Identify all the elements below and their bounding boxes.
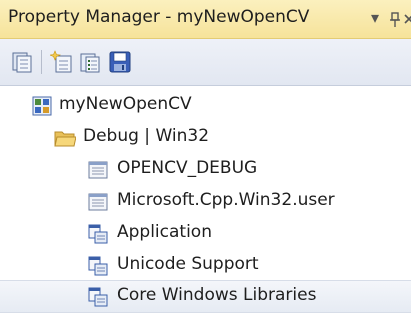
tree-node-property-sheet[interactable]: Microsoft.Cpp.Win32.user — [0, 186, 411, 217]
project-icon — [32, 96, 52, 116]
tree-node-label: Microsoft.Cpp.Win32.user — [117, 190, 335, 210]
tree-node-system-sheet[interactable]: Application — [0, 218, 411, 249]
save-icon[interactable] — [108, 50, 132, 74]
close-icon[interactable] — [404, 14, 411, 24]
toolbar-separator — [41, 50, 42, 74]
tree-node-label: Application — [117, 222, 212, 242]
folder-icon — [54, 131, 76, 147]
tree-node-project[interactable]: myNewOpenCV — [0, 90, 411, 121]
tree-node-config-label: Debug | Win32 — [83, 126, 210, 146]
system-sheet-icon — [88, 256, 108, 276]
tree-node-label: Core Windows Libraries — [117, 285, 317, 305]
property-sheet-icon — [88, 161, 108, 179]
tree-node-system-sheet-selected[interactable]: Core Windows Libraries — [0, 280, 411, 313]
property-manager-titlebar: Property Manager - myNewOpenCV ▾ — [0, 0, 411, 39]
tree-node-config[interactable]: Debug | Win32 — [0, 122, 411, 153]
property-sheet-icon — [88, 193, 108, 211]
tree-node-project-label: myNewOpenCV — [59, 94, 192, 114]
system-sheet-icon — [88, 287, 108, 307]
window-title: Property Manager - myNewOpenCV — [8, 7, 310, 27]
tree-node-system-sheet[interactable]: Unicode Support — [0, 250, 411, 281]
properties-icon[interactable] — [78, 50, 102, 74]
add-existing-property-sheet-icon[interactable] — [10, 50, 34, 74]
tree-node-label: OPENCV_DEBUG — [117, 158, 258, 178]
window-dropdown-button[interactable]: ▾ — [371, 6, 379, 30]
property-tree: myNewOpenCV Debug | Win32 OPENCV_DEBUG M… — [0, 86, 411, 313]
system-sheet-icon — [88, 224, 108, 244]
add-new-property-sheet-icon[interactable] — [50, 50, 74, 74]
pin-icon[interactable] — [389, 12, 401, 28]
property-manager-toolbar — [0, 39, 411, 86]
tree-node-label: Unicode Support — [117, 254, 259, 274]
tree-node-property-sheet[interactable]: OPENCV_DEBUG — [0, 154, 411, 185]
